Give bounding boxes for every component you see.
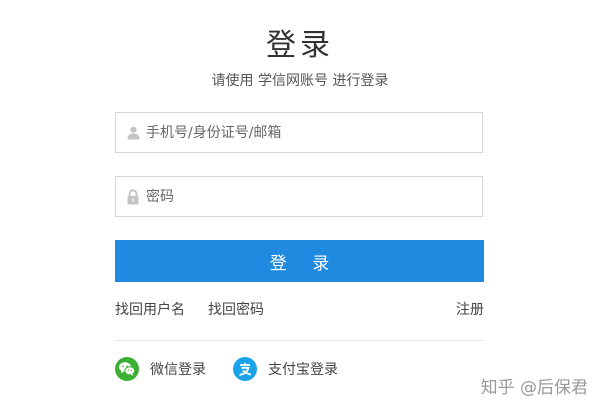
wechat-login-label: 微信登录 (150, 362, 206, 378)
username-field[interactable] (115, 112, 483, 153)
register-link[interactable]: 注册 (456, 299, 484, 319)
login-page: 登录 请使用 学信网账号 进行登录 登 录 找回用户名 找回密码 注册 (0, 0, 600, 400)
username-input[interactable] (146, 113, 482, 152)
login-button[interactable]: 登 录 (115, 240, 484, 282)
user-icon (125, 125, 141, 141)
wechat-icon (115, 357, 139, 381)
page-title: 登录 (266, 28, 334, 63)
alipay-login-button[interactable]: 支付宝登录 (233, 357, 338, 381)
lock-icon (125, 188, 141, 205)
password-field[interactable] (115, 176, 483, 217)
wechat-login-button[interactable]: 微信登录 (115, 357, 206, 381)
password-input[interactable] (146, 177, 482, 216)
divider (115, 340, 484, 341)
alipay-login-label: 支付宝登录 (268, 362, 338, 378)
find-username-link[interactable]: 找回用户名 (115, 299, 185, 319)
find-password-link[interactable]: 找回密码 (208, 299, 264, 319)
page-subtitle: 请使用 学信网账号 进行登录 (211, 73, 389, 89)
alipay-icon (233, 357, 257, 381)
watermark: 知乎 @后保君 (480, 378, 588, 398)
